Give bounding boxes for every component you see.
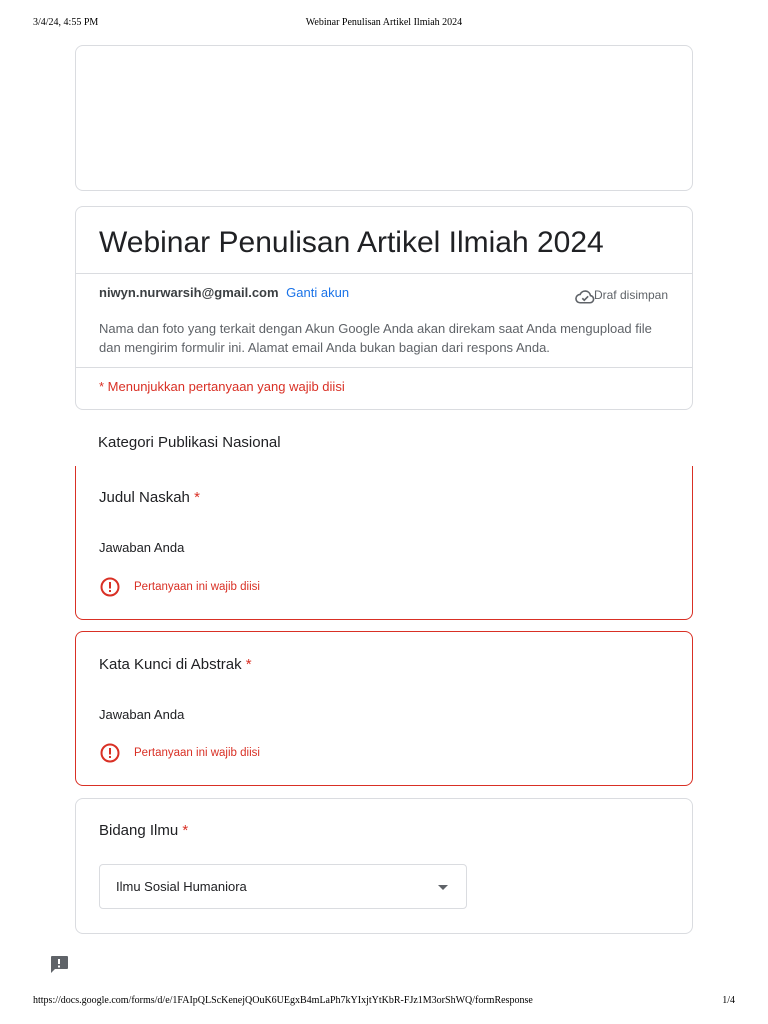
notice-divider bbox=[76, 367, 692, 368]
question-title: Judul Naskah * bbox=[99, 489, 200, 506]
print-url: https://docs.google.com/forms/d/e/1FAIpQ… bbox=[33, 995, 533, 1006]
print-page-number: 1/4 bbox=[722, 995, 735, 1006]
required-asterisk: * bbox=[194, 489, 200, 506]
cloud-check-icon bbox=[575, 290, 595, 304]
account-email: niwyn.nurwarsih@gmail.com bbox=[99, 285, 279, 300]
feedback-icon[interactable] bbox=[48, 953, 70, 975]
account-row: niwyn.nurwarsih@gmail.com Ganti akun bbox=[99, 285, 349, 301]
answer-input[interactable]: Jawaban Anda bbox=[99, 707, 184, 723]
section-title: Kategori Publikasi Nasional bbox=[98, 434, 281, 451]
switch-account-link[interactable]: Ganti akun bbox=[286, 285, 349, 300]
required-note: * Menunjukkan pertanyaan yang wajib diis… bbox=[99, 379, 345, 394]
bidang-ilmu-dropdown[interactable]: Ilmu Sosial Humaniora bbox=[99, 864, 467, 909]
form-banner bbox=[75, 45, 693, 191]
question-title: Kata Kunci di Abstrak * bbox=[99, 656, 252, 673]
question-bidang-ilmu: Bidang Ilmu * Ilmu Sosial Humaniora bbox=[75, 798, 693, 934]
form-title: Webinar Penulisan Artikel Ilmiah 2024 bbox=[99, 226, 604, 259]
required-asterisk: * bbox=[245, 656, 252, 673]
form-header-card: Webinar Penulisan Artikel Ilmiah 2024 ni… bbox=[75, 206, 693, 410]
error-circle-icon bbox=[100, 743, 120, 763]
answer-input[interactable]: Jawaban Anda bbox=[99, 540, 184, 556]
error-text: Pertanyaan ini wajib diisi bbox=[134, 747, 260, 759]
draft-status: Draf disimpan bbox=[593, 288, 668, 302]
error-circle-icon bbox=[100, 577, 120, 597]
question-kata-kunci: Kata Kunci di Abstrak * Jawaban Anda Per… bbox=[75, 631, 693, 786]
privacy-notice: Nama dan foto yang terkait dengan Akun G… bbox=[99, 321, 652, 355]
arrow-drop-down-icon bbox=[438, 885, 448, 890]
dropdown-selected-value: Ilmu Sosial Humaniora bbox=[116, 879, 247, 894]
print-footer: https://docs.google.com/forms/d/e/1FAIpQ… bbox=[33, 995, 735, 1009]
required-asterisk: * bbox=[182, 822, 189, 839]
print-page-title: Webinar Penulisan Artikel Ilmiah 2024 bbox=[305, 17, 463, 28]
question-judul-naskah: Judul Naskah * Jawaban Anda Pertanyaan i… bbox=[75, 466, 693, 620]
print-header: 3/4/24, 4:55 PM Webinar Penulisan Artike… bbox=[33, 17, 735, 31]
question-title: Bidang Ilmu * bbox=[99, 822, 189, 839]
error-text: Pertanyaan ini wajib diisi bbox=[134, 581, 260, 593]
header-divider bbox=[76, 273, 692, 274]
